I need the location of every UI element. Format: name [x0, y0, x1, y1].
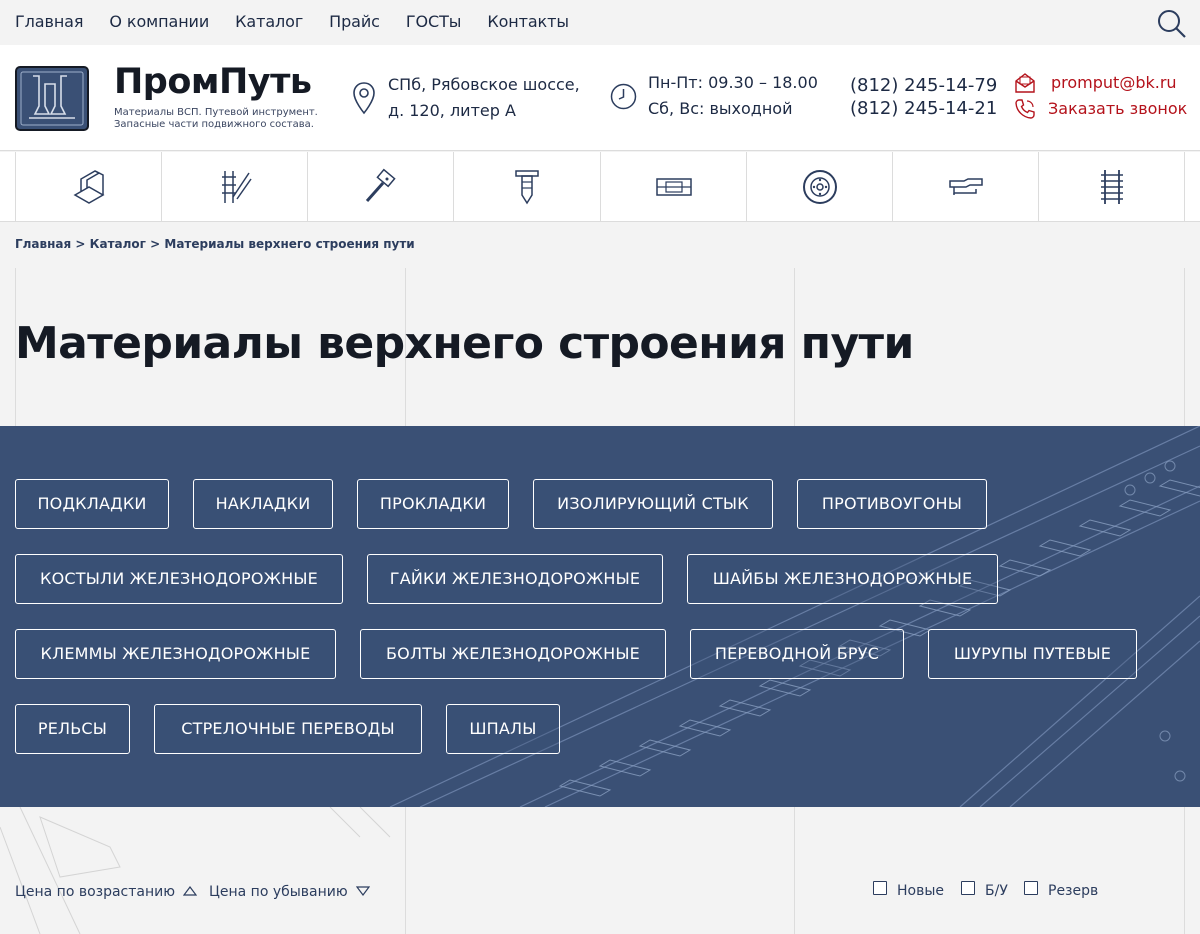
tag-switch-timber[interactable]: ПЕРЕВОДНОЙ БРУС [690, 629, 904, 679]
nav-about[interactable]: О компании [109, 11, 209, 33]
grid-line [1184, 268, 1185, 426]
breadcrumb-current: Материалы верхнего строения пути [164, 237, 415, 251]
request-callback-link[interactable]: Заказать звонок [1048, 98, 1187, 120]
brand-name[interactable]: ПромПуть [114, 62, 312, 102]
tag-insulated-joint[interactable]: ИЗОЛИРУЮЩИЙ СТЫК [533, 479, 773, 529]
address-line-1: СПб, Рябовское шоссе, [388, 75, 580, 94]
sort-desc[interactable]: Цена по убыванию [209, 884, 371, 900]
brand-tagline: Материалы ВСП. Путевой инструмент. Запас… [114, 107, 318, 131]
tag-sleepers[interactable]: ШПАЛЫ [446, 704, 560, 754]
tag-rail-clamps[interactable]: КЛЕММЫ ЖЕЛЕЗНОДОРОЖНЫЕ [15, 629, 336, 679]
tag-switches[interactable]: СТРЕЛОЧНЫЕ ПЕРЕВОДЫ [154, 704, 422, 754]
category-sleepers[interactable] [1038, 152, 1184, 221]
logo-icon[interactable] [15, 66, 89, 131]
grid-line [1184, 807, 1185, 934]
page-title: Материалы верхнего строения пути [15, 318, 914, 369]
address-line-2: д. 120, литер А [388, 101, 516, 120]
address: СПб, Рябовское шоссе, д. 120, литер А [388, 72, 580, 124]
grid-line [794, 807, 795, 934]
filter-new[interactable]: Новые [873, 881, 945, 899]
triangle-up-icon [183, 886, 198, 896]
location-pin-icon [353, 82, 375, 115]
tag-rails[interactable]: РЕЛЬСЫ [15, 704, 130, 754]
sort-desc-label: Цена по убыванию [209, 884, 348, 900]
filter-reserve[interactable]: Резерв [1024, 881, 1099, 899]
tag-nakladki[interactable]: НАКЛАДКИ [193, 479, 333, 529]
phone-numbers: (812) 245-14-79 (812) 245-14-21 [850, 74, 997, 120]
phone-number-2[interactable]: (812) 245-14-21 [850, 97, 997, 120]
category-rails[interactable] [15, 152, 161, 221]
nav-home[interactable]: Главная [15, 11, 84, 33]
category-icon-bar [0, 152, 1200, 222]
sort-asc-label: Цена по возрастанию [15, 884, 176, 900]
sledgehammer-icon [365, 168, 396, 202]
rail-spike-icon [514, 169, 539, 204]
phone-icon [1015, 99, 1035, 119]
category-plates[interactable] [600, 152, 746, 221]
envelope-icon [1015, 73, 1035, 93]
filter-new-label: Новые [897, 883, 945, 899]
tag-anti-creepers[interactable]: ПРОТИВОУГОНЫ [797, 479, 987, 529]
nav-catalog[interactable]: Каталог [235, 11, 303, 33]
category-track-tools[interactable] [307, 152, 453, 221]
breadcrumb-home[interactable]: Главная [15, 237, 71, 251]
triangle-down-icon [355, 886, 371, 896]
filter-reserve-checkbox[interactable] [1024, 881, 1038, 895]
top-navigation: Главная О компании Каталог Прайс ГОСТы К… [0, 0, 1200, 45]
tagline-line-1: Материалы ВСП. Путевой инструмент. [114, 107, 318, 118]
tag-podkladki[interactable]: ПОДКЛАДКИ [15, 479, 169, 529]
clock-icon [610, 83, 637, 110]
breadcrumb-catalog[interactable]: Каталог [90, 237, 146, 251]
tag-rail-nuts[interactable]: ГАЙКИ ЖЕЛЕЗНОДОРОЖНЫЕ [367, 554, 663, 604]
email-link[interactable]: promput@bk.ru [1051, 72, 1177, 94]
background-sketch [0, 807, 391, 934]
filter-used[interactable]: Б/У [961, 881, 1008, 899]
tag-rail-spikes[interactable]: КОСТЫЛИ ЖЕЛЕЗНОДОРОЖНЫЕ [15, 554, 343, 604]
hours-weekdays: Пн-Пт: 09.30 – 18.00 [648, 73, 818, 92]
tag-rail-washers[interactable]: ШАЙБЫ ЖЕЛЕЗНОДОРОЖНЫЕ [687, 554, 998, 604]
category-track-panels[interactable] [161, 152, 307, 221]
tag-track-screws[interactable]: ШУРУПЫ ПУТЕВЫЕ [928, 629, 1137, 679]
working-hours: Пн-Пт: 09.30 – 18.00 Сб, Вс: выходной [648, 70, 818, 122]
category-couplings[interactable] [892, 152, 1038, 221]
breadcrumb: Главная > Каталог > Материалы верхнего с… [15, 237, 415, 251]
nav-gost[interactable]: ГОСТы [406, 11, 462, 33]
coupling-icon [948, 177, 983, 195]
filter-reserve-label: Резерв [1048, 883, 1099, 899]
rail-profile-icon [72, 169, 105, 204]
search-icon[interactable] [1157, 9, 1187, 39]
wheel-icon [802, 169, 837, 204]
hours-weekend: Сб, Вс: выходной [648, 99, 793, 118]
breadcrumb-separator: > [75, 237, 86, 251]
tag-prokladki[interactable]: ПРОКЛАДКИ [357, 479, 509, 529]
phone-number-1[interactable]: (812) 245-14-79 [850, 74, 997, 97]
tagline-line-2: Запасные части подвижного состава. [114, 119, 314, 130]
filter-new-checkbox[interactable] [873, 881, 887, 895]
switch-plate-icon [655, 177, 692, 196]
tag-rail-bolts[interactable]: БОЛТЫ ЖЕЛЕЗНОДОРОЖНЫЕ [360, 629, 666, 679]
filter-used-checkbox[interactable] [961, 881, 975, 895]
iconbar-divider [1184, 152, 1185, 221]
category-spikes[interactable] [453, 152, 599, 221]
site-header: ПромПуть Материалы ВСП. Путевой инструме… [0, 45, 1200, 151]
nav-contacts[interactable]: Контакты [487, 11, 569, 33]
nav-price[interactable]: Прайс [329, 11, 380, 33]
subcategory-band: ПОДКЛАДКИ НАКЛАДКИ ПРОКЛАДКИ ИЗОЛИРУЮЩИЙ… [0, 426, 1200, 807]
sort-asc[interactable]: Цена по возрастанию [15, 884, 198, 900]
breadcrumb-separator: > [150, 237, 161, 251]
top-menu: Главная О компании Каталог Прайс ГОСТы К… [15, 11, 595, 33]
filter-used-label: Б/У [985, 883, 1008, 899]
rail-ladder-icon [221, 170, 252, 203]
category-wheels[interactable] [746, 152, 892, 221]
sleepers-icon [1100, 169, 1123, 204]
grid-line [405, 807, 406, 934]
